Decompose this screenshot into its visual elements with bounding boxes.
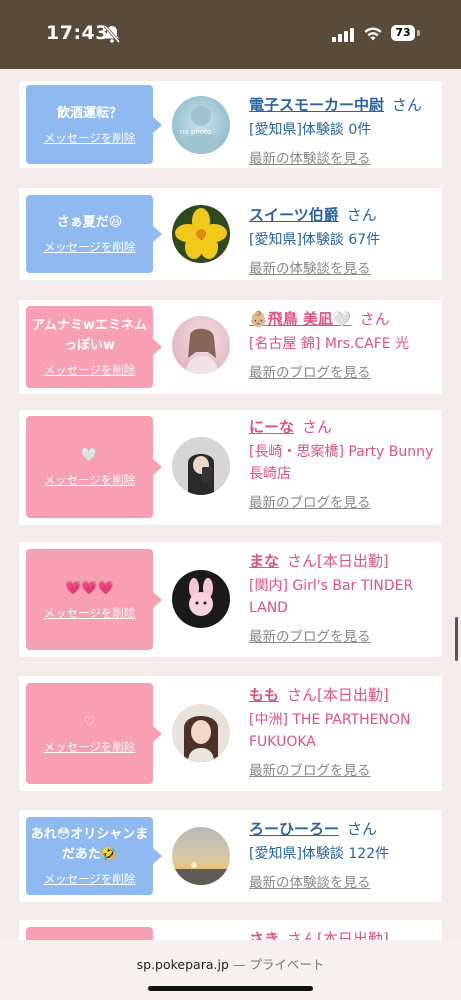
list-item: さき さん[本日出勤] xyxy=(19,920,442,940)
delete-message-link[interactable]: メッセージを削除 xyxy=(44,130,136,146)
avatar[interactable] xyxy=(172,570,230,628)
list-item: 💗💗💗 メッセージを削除 まな さん[本日出勤] [関内] Girl's Bar … xyxy=(19,542,442,657)
message-text: さぁ夏だ😆 xyxy=(56,215,123,230)
area-info: [長崎・思案橋] Party Bunny 長崎店 xyxy=(249,444,434,482)
delete-message-link[interactable]: メッセージを削除 xyxy=(44,871,136,887)
status-bar: 17:43 73 xyxy=(0,0,461,69)
user-name-link[interactable]: さき xyxy=(249,930,279,940)
private-mode-label: プライベート xyxy=(249,957,325,972)
list-item: さぁ夏だ😆 メッセージを削除 スイーツ伯爵 さん [愛知県]体験談 67件 最新の… xyxy=(19,188,442,280)
message-bubble: ♡ メッセージを削除 xyxy=(26,683,162,784)
message-bubble: 飲酒運転？ メッセージを削除 xyxy=(26,85,162,164)
message-text: 飲酒運転？ xyxy=(56,105,122,121)
message-list[interactable]: 飲酒運転？ メッセージを削除 no photo 電子スモーカー中尉 さん [愛知県… xyxy=(0,69,461,940)
battery-icon: 73 xyxy=(391,25,415,41)
honorific: さん xyxy=(287,686,318,704)
honorific: さん xyxy=(359,310,390,328)
latest-review-link[interactable]: 最新の体験談を見る xyxy=(249,871,436,891)
honorific: さん xyxy=(287,930,318,940)
wifi-icon xyxy=(364,26,382,45)
browser-url-bar[interactable]: sp.pokepara.jp — プライベート xyxy=(0,940,461,1000)
avatar[interactable] xyxy=(172,827,230,885)
list-item: あれ😳オリシャンまだあた🤣 メッセージを削除 ろーひーろー さん [愛知県]体験談… xyxy=(19,810,442,902)
latest-blog-link[interactable]: 最新のブログを見る xyxy=(249,361,436,381)
avatar[interactable] xyxy=(172,316,230,374)
area-info: [愛知県]体験談 122件 xyxy=(249,846,390,862)
user-name-link[interactable]: 電子スモーカー中尉 xyxy=(249,96,384,114)
battery-tip xyxy=(417,30,420,36)
svg-text:no photo: no photo xyxy=(180,128,211,136)
scrollbar[interactable] xyxy=(455,617,458,661)
area-info: [関内] Girl's Bar TINDER LAND xyxy=(249,578,414,616)
honorific: さん xyxy=(347,820,378,838)
honorific: さん xyxy=(302,418,333,436)
mute-bell-icon xyxy=(103,25,121,47)
avatar[interactable] xyxy=(172,704,230,762)
user-name-link[interactable]: にーな xyxy=(249,418,294,436)
avatar[interactable] xyxy=(172,437,230,495)
honorific: さん xyxy=(392,96,423,114)
message-bubble: 💗💗💗 メッセージを削除 xyxy=(26,549,162,650)
url-domain: sp.pokepara.jp xyxy=(136,957,229,972)
message-bubble: 🤍 メッセージを削除 xyxy=(26,416,162,518)
honorific: さん xyxy=(287,552,318,570)
url-text[interactable]: sp.pokepara.jp — プライベート xyxy=(0,954,461,973)
user-name-link[interactable]: 👶🏼飛鳥 美凪🤍 xyxy=(249,310,352,328)
message-text: アムナミwエミネムっぽいw xyxy=(31,318,148,353)
latest-review-link[interactable]: 最新の体験談を見る xyxy=(249,257,436,277)
list-item: 飲酒運転？ メッセージを削除 no photo 電子スモーカー中尉 さん [愛知県… xyxy=(19,81,442,168)
area-info: [名古屋 錦] Mrs.CAFE 光 xyxy=(249,336,410,352)
message-text: 🤍 xyxy=(81,448,98,463)
message-bubble: さぁ夏だ😆 メッセージを削除 xyxy=(26,195,162,273)
message-text: あれ😳オリシャンまだあた🤣 xyxy=(30,827,149,862)
status-time: 17:43 xyxy=(46,22,109,44)
delete-message-link[interactable]: メッセージを削除 xyxy=(44,362,136,378)
message-bubble: アムナミwエミネムっぽいw メッセージを削除 xyxy=(26,306,162,388)
honorific: さん xyxy=(346,206,377,224)
list-item: アムナミwエミネムっぽいw メッセージを削除 👶🏼飛鳥 美凪🤍 さん [名古屋 錦… xyxy=(19,300,442,394)
attendance-badge: [本日出勤] xyxy=(317,930,389,940)
latest-review-link[interactable]: 最新の体験談を見る xyxy=(249,147,436,167)
url-separator: — xyxy=(228,957,250,972)
area-info: [愛知県]体験談 0件 xyxy=(249,122,372,138)
latest-blog-link[interactable]: 最新のブログを見る xyxy=(249,491,436,511)
message-text: ♡ xyxy=(83,714,96,730)
user-name-link[interactable]: スイーツ伯爵 xyxy=(249,206,339,224)
avatar[interactable]: no photo xyxy=(172,96,230,154)
user-name-link[interactable]: ろーひーろー xyxy=(249,820,339,838)
user-name-link[interactable]: もも xyxy=(249,686,279,704)
area-info: [愛知県]体験談 67件 xyxy=(249,232,381,248)
user-name-link[interactable]: まな xyxy=(249,552,279,570)
message-bubble: あれ😳オリシャンまだあた🤣 メッセージを削除 xyxy=(26,817,162,895)
avatar[interactable] xyxy=(172,205,230,263)
delete-message-link[interactable]: メッセージを削除 xyxy=(44,239,136,255)
delete-message-link[interactable]: メッセージを削除 xyxy=(44,739,136,755)
cellular-signal-icon xyxy=(332,27,354,46)
home-indicator[interactable] xyxy=(148,986,313,991)
message-bubble xyxy=(26,927,153,940)
attendance-badge: [本日出勤] xyxy=(317,686,389,704)
message-text: 💗💗💗 xyxy=(65,580,114,596)
delete-message-link[interactable]: メッセージを削除 xyxy=(44,605,136,621)
attendance-badge: [本日出勤] xyxy=(317,552,389,570)
latest-blog-link[interactable]: 最新のブログを見る xyxy=(249,759,436,779)
list-item: 🤍 メッセージを削除 にーな さん [長崎・思案橋] Party Bunny 長崎… xyxy=(19,410,442,525)
delete-message-link[interactable]: メッセージを削除 xyxy=(44,472,136,488)
area-info: [中洲] THE PARTHENON FUKUOKA xyxy=(249,712,411,750)
latest-blog-link[interactable]: 最新のブログを見る xyxy=(249,625,436,645)
list-item: ♡ メッセージを削除 もも さん[本日出勤] [中洲] THE PARTHENON… xyxy=(19,676,442,791)
